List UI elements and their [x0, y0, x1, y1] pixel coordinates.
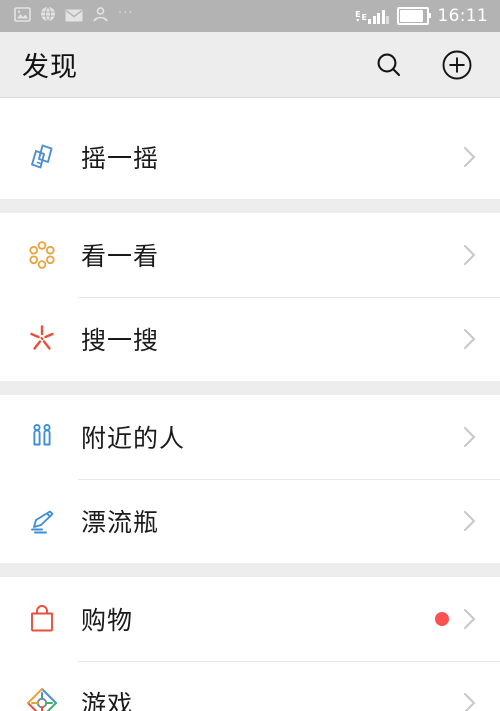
list-item-games[interactable]: 游戏 — [0, 661, 500, 711]
status-bar: ··· E ▾ E 16:11 — [0, 0, 500, 32]
discover-list[interactable]: 扫一扫 摇一摇 — [0, 99, 500, 711]
list-item-search[interactable]: 搜一搜 — [0, 297, 500, 381]
mail-icon — [65, 7, 83, 26]
list-item-label: 附近的人 — [81, 424, 186, 453]
shopping-bag-icon — [20, 597, 64, 641]
chevron-right-icon — [463, 146, 476, 168]
globe-icon — [40, 6, 56, 26]
people-nearby-icon — [20, 415, 64, 459]
list-item-accessory — [463, 146, 476, 168]
section-gap — [0, 199, 500, 213]
search-sparkle-icon — [20, 317, 64, 361]
status-bar-left-icons: ··· — [14, 6, 142, 26]
list-group-4: 购物 游戏 — [0, 577, 500, 711]
search-icon[interactable] — [372, 48, 406, 82]
status-bar-clock: 16:11 — [437, 6, 488, 26]
list-item-label: 购物 — [81, 606, 134, 635]
games-diamond-icon — [20, 681, 64, 711]
list-item-accessory — [435, 608, 476, 630]
list-item-top-stories[interactable]: 看一看 — [0, 213, 500, 297]
list-item-clipped[interactable]: 扫一扫 — [0, 99, 500, 115]
section-gap — [0, 563, 500, 577]
status-overflow-ellipsis: ··· — [118, 6, 134, 21]
edge-signal-icon: E ▾ E — [355, 8, 390, 24]
list-item-shake[interactable]: 摇一摇 — [0, 115, 500, 199]
list-item-accessory — [463, 244, 476, 266]
list-item-drift-bottle[interactable]: 漂流瓶 — [0, 479, 500, 563]
chevron-right-icon — [463, 426, 476, 448]
status-badge — [435, 612, 449, 626]
plus-circle-icon[interactable] — [440, 48, 474, 82]
page-title: 发现 — [22, 52, 78, 83]
list-group-3: 附近的人 漂流瓶 — [0, 395, 500, 563]
list-item-accessory — [463, 510, 476, 532]
chevron-right-icon — [463, 692, 476, 711]
chevron-right-icon — [463, 608, 476, 630]
shake-icon — [20, 135, 64, 179]
section-gap — [0, 381, 500, 395]
top-stories-icon — [20, 233, 64, 277]
list-item-label: 搜一搜 — [81, 326, 160, 355]
chevron-right-icon — [463, 328, 476, 350]
contacts-icon — [92, 6, 109, 26]
list-group-2: 看一看 搜一搜 — [0, 213, 500, 381]
app-header: 发现 — [0, 32, 500, 98]
list-item-accessory — [463, 426, 476, 448]
list-item-accessory — [463, 692, 476, 711]
chevron-right-icon — [463, 510, 476, 532]
list-item-label: 漂流瓶 — [81, 508, 160, 537]
status-bar-right-icons: E ▾ E 16:11 — [349, 6, 488, 26]
chevron-right-icon — [463, 244, 476, 266]
signal-bars-icon — [368, 9, 391, 24]
list-item-label: 摇一摇 — [81, 144, 160, 173]
list-item-shopping[interactable]: 购物 — [0, 577, 500, 661]
list-item-label: 游戏 — [81, 690, 134, 711]
list-item-people-nearby[interactable]: 附近的人 — [0, 395, 500, 479]
list-item-label: 看一看 — [81, 242, 160, 271]
edge-label-2: E — [361, 13, 367, 22]
header-actions — [372, 48, 474, 82]
list-item-accessory — [463, 328, 476, 350]
battery-icon — [396, 7, 431, 25]
photo-icon — [14, 6, 31, 26]
list-group-1: 摇一摇 — [0, 115, 500, 199]
drift-bottle-icon — [20, 499, 64, 543]
